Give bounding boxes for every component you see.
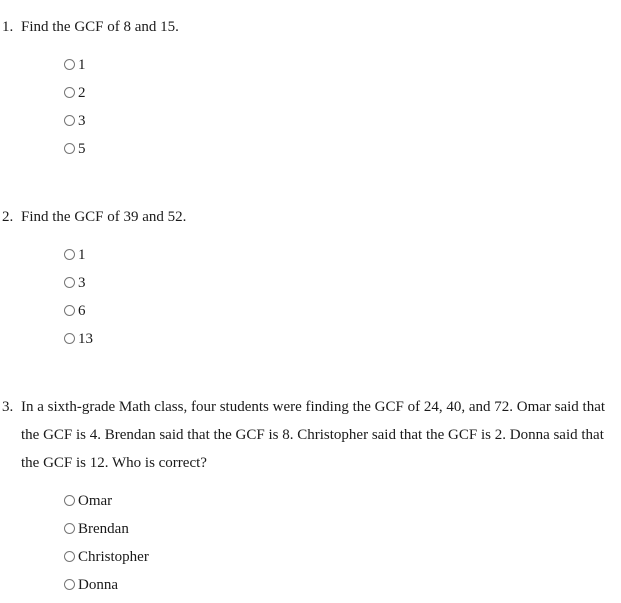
question-text: In a sixth-grade Math class, four studen… xyxy=(21,399,606,471)
radio-button[interactable] xyxy=(64,578,75,590)
option-label: 3 xyxy=(78,113,86,129)
answer-option[interactable]: 13 xyxy=(64,325,621,353)
answer-options: 1 2 3 5 xyxy=(64,51,621,163)
question-number: 2. xyxy=(2,209,14,225)
question-3: 3. In a sixth-grade Math class, four stu… xyxy=(0,393,621,599)
answer-option[interactable]: 3 xyxy=(64,269,621,297)
radio-button[interactable] xyxy=(64,142,75,154)
radio-button[interactable] xyxy=(64,86,75,98)
radio-button[interactable] xyxy=(64,304,75,316)
option-label: 1 xyxy=(78,247,86,263)
option-label: 2 xyxy=(78,85,86,101)
answer-option[interactable]: Brendan xyxy=(64,515,621,543)
option-label: 1 xyxy=(78,57,86,73)
radio-button[interactable] xyxy=(64,494,75,506)
question-number: 1. xyxy=(2,19,14,35)
answer-options: Omar Brendan Christopher Donna xyxy=(64,487,621,599)
option-label: 3 xyxy=(78,275,86,291)
question-number: 3. xyxy=(2,399,14,415)
question-1: 1. Find the GCF of 8 and 15. 1 2 3 5 xyxy=(0,13,621,163)
answer-option[interactable]: 1 xyxy=(64,51,621,79)
radio-button[interactable] xyxy=(64,550,75,562)
question-text: Find the GCF of 39 and 52. xyxy=(21,209,187,225)
option-label: Donna xyxy=(78,577,118,593)
option-label: 6 xyxy=(78,303,86,319)
answer-option[interactable]: Omar xyxy=(64,487,621,515)
answer-option[interactable]: 2 xyxy=(64,79,621,107)
radio-button[interactable] xyxy=(64,522,75,534)
question-text: Find the GCF of 8 and 15. xyxy=(21,19,179,35)
radio-button[interactable] xyxy=(64,332,75,344)
option-label: 13 xyxy=(78,331,93,347)
radio-button[interactable] xyxy=(64,248,75,260)
answer-option[interactable]: Donna xyxy=(64,571,621,599)
answer-option[interactable]: 1 xyxy=(64,241,621,269)
option-label: Brendan xyxy=(78,521,129,537)
answer-option[interactable]: 3 xyxy=(64,107,621,135)
radio-button[interactable] xyxy=(64,58,75,70)
question-2: 2. Find the GCF of 39 and 52. 1 3 6 13 xyxy=(0,203,621,353)
option-label: Omar xyxy=(78,493,113,509)
answer-options: 1 3 6 13 xyxy=(64,241,621,353)
radio-button[interactable] xyxy=(64,276,75,288)
radio-button[interactable] xyxy=(64,114,75,126)
answer-option[interactable]: Christopher xyxy=(64,543,621,571)
option-label: Christopher xyxy=(78,549,149,565)
answer-option[interactable]: 6 xyxy=(64,297,621,325)
answer-option[interactable]: 5 xyxy=(64,135,621,163)
option-label: 5 xyxy=(78,141,86,157)
